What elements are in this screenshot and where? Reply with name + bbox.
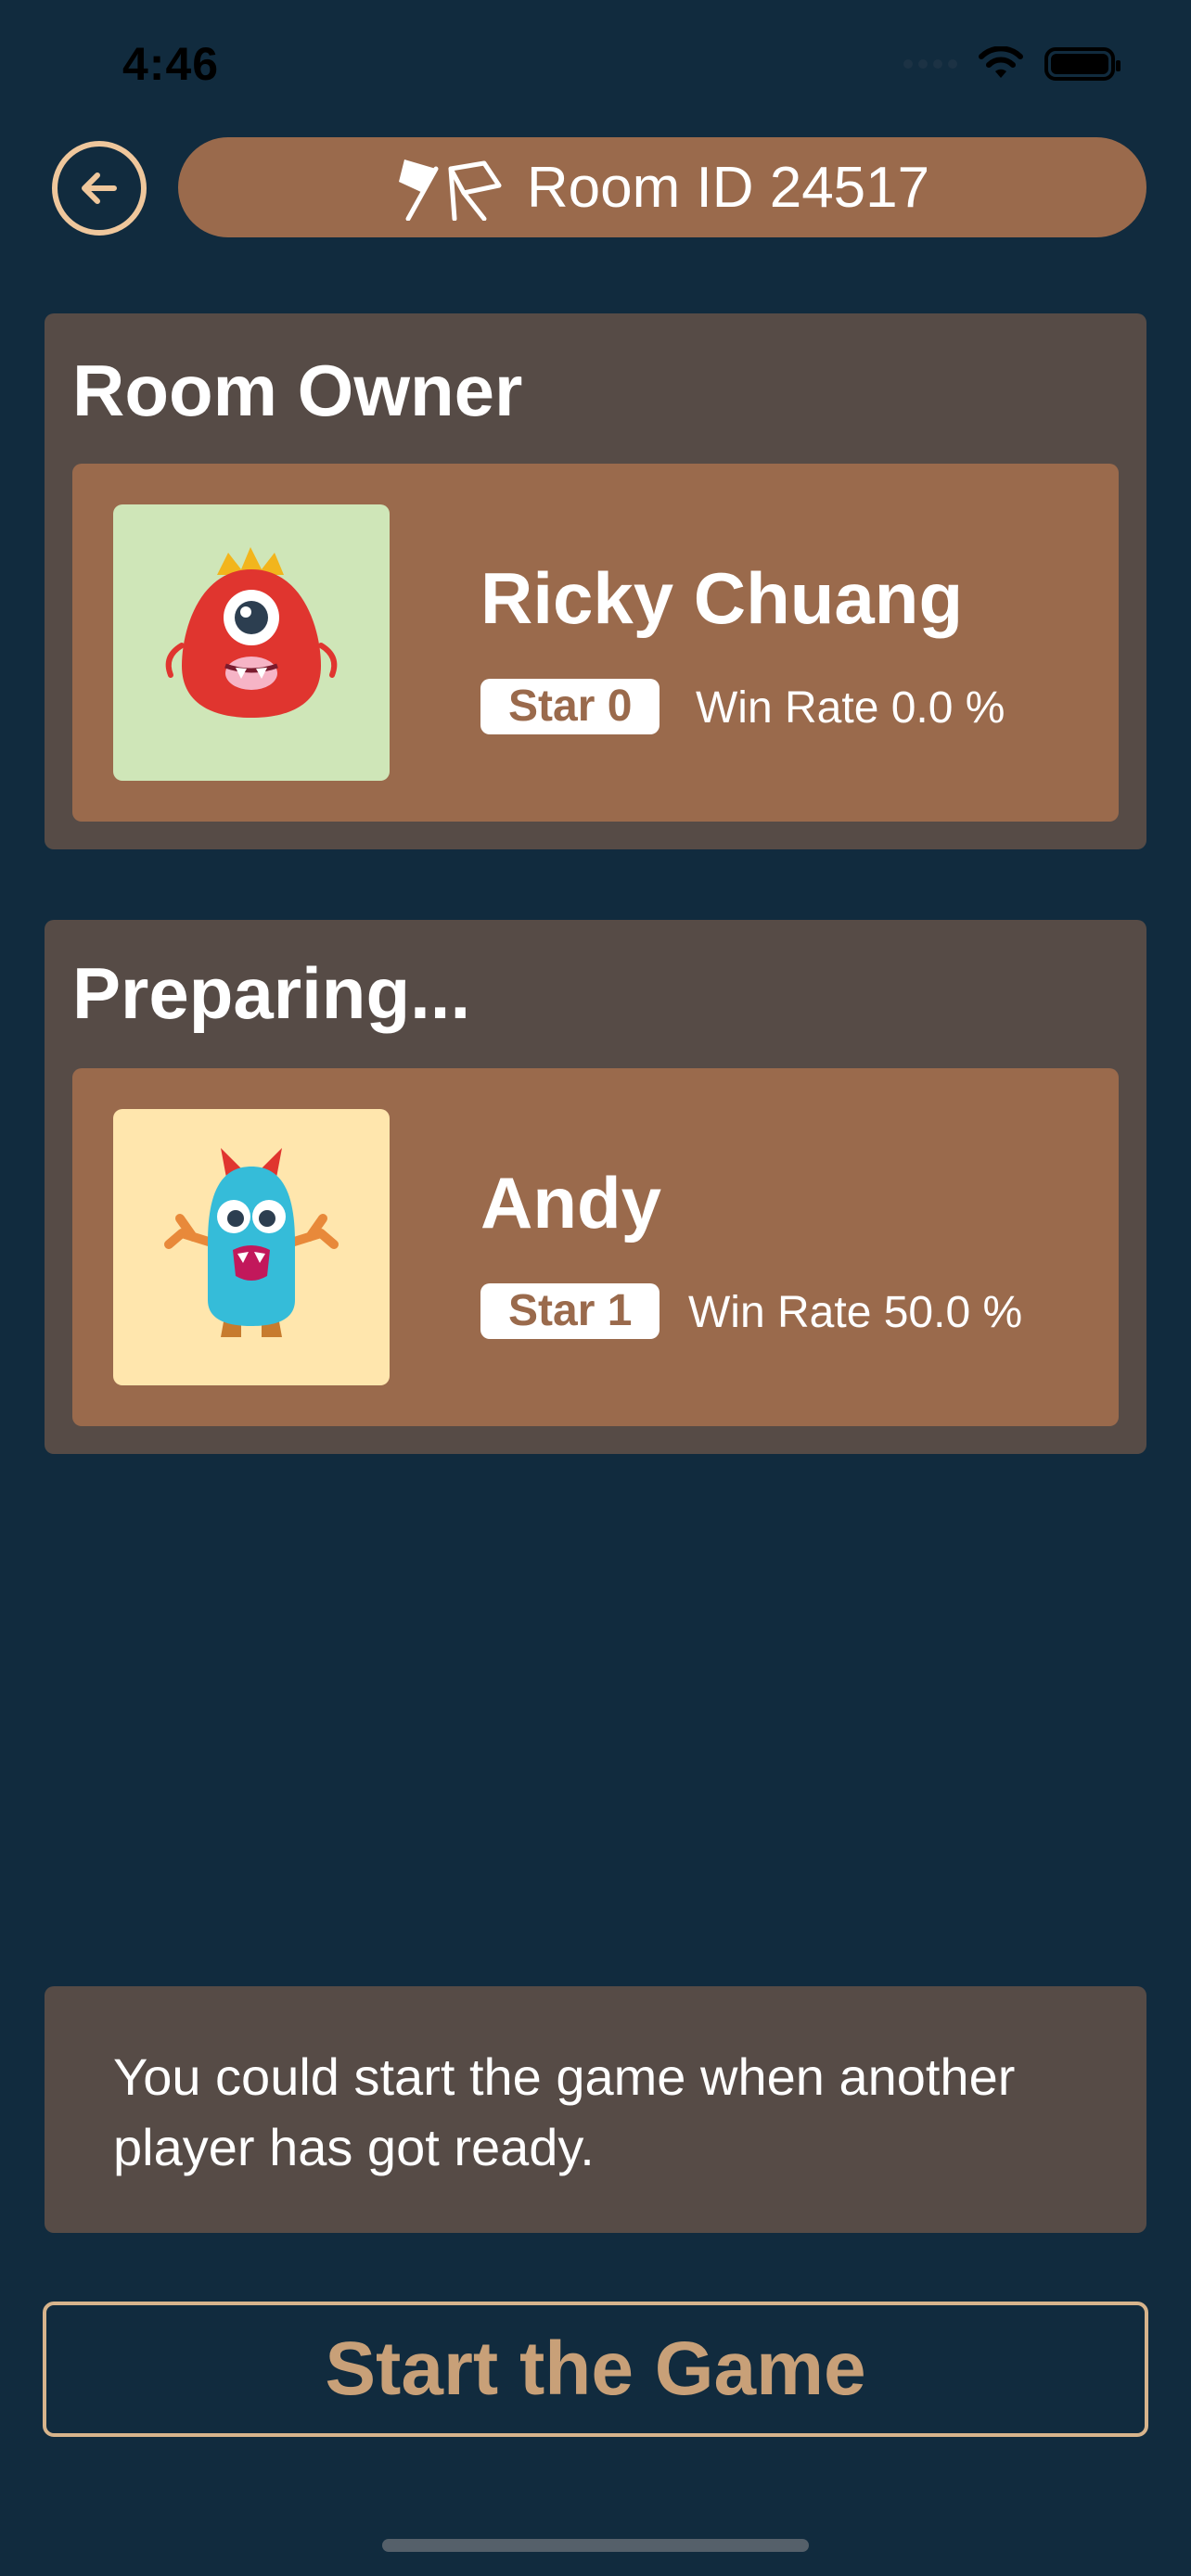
preparing-section: Preparing... Andy Star 1 Win Rate 50.0 % — [45, 920, 1146, 1454]
star-badge: Star 1 — [480, 1283, 660, 1339]
crossed-flags-icon — [398, 159, 502, 221]
player-name: Andy — [480, 1162, 661, 1243]
red-monster-icon — [165, 547, 338, 718]
start-hint-message: You could start the game when another pl… — [45, 1986, 1146, 2233]
owner-section: Room Owner Ricky Chuang Star 0 Win Rate … — [45, 313, 1146, 849]
win-rate: Win Rate 50.0 % — [688, 1288, 1023, 1337]
battery-icon — [1044, 47, 1121, 81]
screen: 4:46 Room ID 24517 Room Owner Ricky Chua… — [0, 0, 1191, 2576]
star-badge: Star 0 — [480, 679, 660, 734]
status-icons — [903, 46, 1121, 82]
home-indicator — [382, 2539, 809, 2552]
start-game-button[interactable]: Start the Game — [43, 2302, 1148, 2437]
player-name: Ricky Chuang — [480, 557, 964, 639]
blue-monster-icon — [164, 1148, 339, 1337]
avatar — [113, 1109, 390, 1385]
room-id-label: Room ID 24517 — [526, 155, 930, 220]
win-rate: Win Rate 0.0 % — [696, 683, 1005, 733]
room-id-banner: Room ID 24517 — [178, 137, 1146, 237]
arrow-left-icon — [82, 172, 117, 204]
section-title: Preparing... — [72, 952, 471, 1034]
player-card-owner: Ricky Chuang Star 0 Win Rate 0.0 % — [72, 464, 1119, 822]
status-time: 4:46 — [122, 38, 220, 90]
back-button[interactable] — [52, 141, 147, 236]
avatar — [113, 504, 390, 781]
section-title: Room Owner — [72, 350, 523, 431]
wifi-icon — [979, 46, 1023, 78]
player-card-challenger: Andy Star 1 Win Rate 50.0 % — [72, 1068, 1119, 1426]
cellular-signal-icon — [903, 59, 957, 69]
